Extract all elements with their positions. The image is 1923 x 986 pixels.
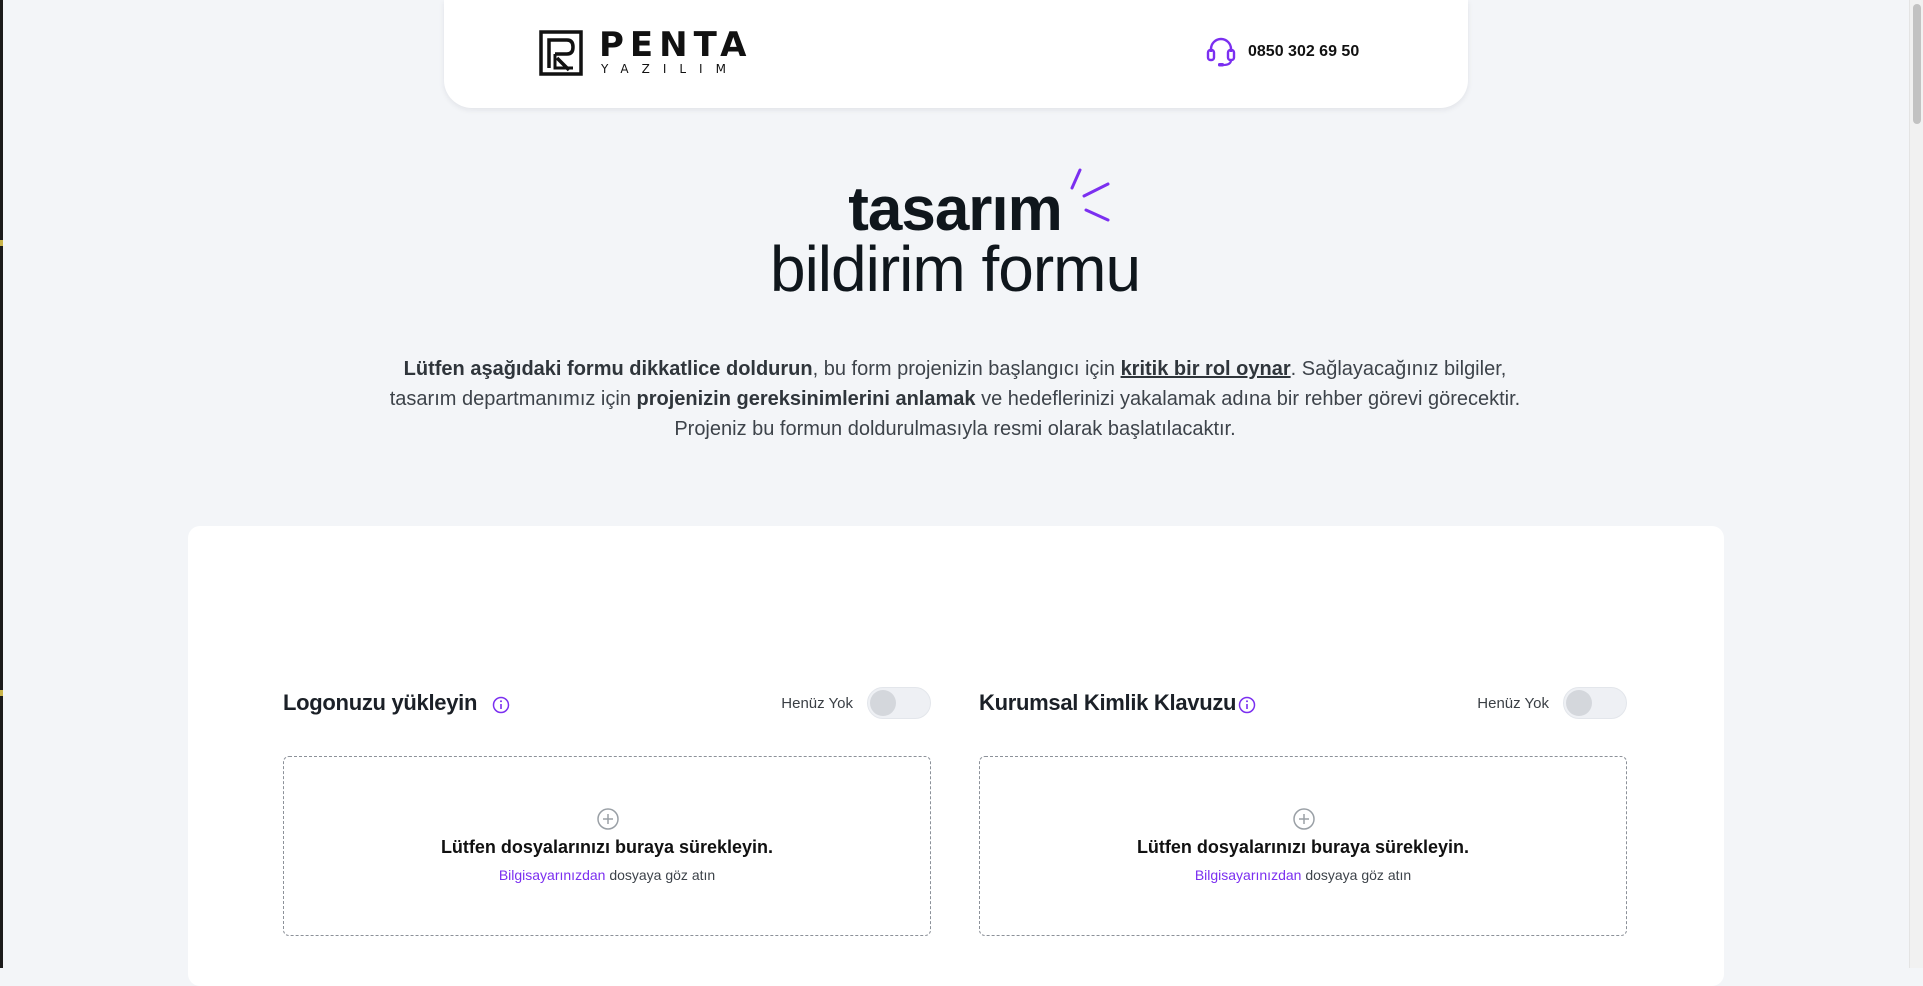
scrollbar-thumb[interactable] xyxy=(1913,4,1921,124)
toggle-knob xyxy=(870,690,896,716)
dropzone-subtitle: Bilgisayarınızdan dosyaya göz atın xyxy=(980,867,1626,883)
window-left-edge xyxy=(0,0,3,968)
add-circle-icon xyxy=(597,808,619,830)
intro-text-2: , bu form projenizin başlangıcı için xyxy=(812,358,1121,380)
phone-contact[interactable]: 0850 302 69 50 xyxy=(1206,36,1359,68)
dropzone-title: Lütfen dosyalarınızı buraya sürekleyin. xyxy=(1136,837,1470,857)
intro-paragraph: Lütfen aşağıdaki formu dikkatlice doldur… xyxy=(380,354,1530,444)
page-title-line2: bildirim formu xyxy=(769,233,1141,305)
brand-guide-section: Kurumsal Kimlik Klavuzu Henüz Yok Lütfen… xyxy=(979,686,1627,936)
file-dropzone[interactable]: Lütfen dosyalarınızı buraya sürekleyin. … xyxy=(283,756,931,936)
browse-computer-link[interactable]: Bilgisayarınızdan xyxy=(499,867,606,883)
penta-logo-mark-icon xyxy=(539,30,583,76)
form-card: Logonuzu yükleyin Henüz Yok Lütfen dosya… xyxy=(188,526,1724,986)
logo-name: PENTA xyxy=(599,25,753,65)
phone-number[interactable]: 0850 302 69 50 xyxy=(1248,43,1359,61)
toggle-knob xyxy=(1566,690,1592,716)
not-yet-toggle[interactable] xyxy=(1563,687,1627,719)
headset-icon xyxy=(1206,37,1236,67)
toggle-label: Henüz Yok xyxy=(781,694,853,712)
page-scrollbar[interactable] xyxy=(1909,0,1923,968)
intro-underline: kritik bir rol oynar xyxy=(1120,358,1291,380)
info-icon[interactable] xyxy=(1238,696,1256,714)
info-icon[interactable] xyxy=(492,696,510,714)
toggle-label: Henüz Yok xyxy=(1477,694,1549,712)
add-circle-icon xyxy=(1293,808,1315,830)
file-dropzone[interactable]: Lütfen dosyalarınızı buraya sürekleyin. … xyxy=(979,756,1627,936)
top-header: PENTA YAZILIM 0850 302 69 50 xyxy=(444,0,1468,108)
section-title: Logonuzu yükleyin xyxy=(283,690,478,715)
dropzone-subtitle-rest: dosyaya göz atın xyxy=(605,867,716,883)
not-yet-toggle[interactable] xyxy=(867,687,931,719)
dropzone-subtitle: Bilgisayarınızdan dosyaya göz atın xyxy=(284,867,930,883)
intro-bold-1: Lütfen aşağıdaki formu dikkatlice doldur… xyxy=(403,358,813,380)
dropzone-subtitle-rest: dosyaya göz atın xyxy=(1301,867,1412,883)
intro-bold-5: projenizin gereksinimlerini anlamak xyxy=(636,388,976,410)
logo-subtitle: YAZILIM xyxy=(601,62,739,76)
browse-computer-link[interactable]: Bilgisayarınızdan xyxy=(1195,867,1302,883)
section-title: Kurumsal Kimlik Klavuzu xyxy=(979,690,1237,715)
penta-logo[interactable]: PENTA YAZILIM xyxy=(539,25,753,76)
sparkle-accent-icon xyxy=(1070,168,1110,222)
logo-upload-section: Logonuzu yükleyin Henüz Yok Lütfen dosya… xyxy=(283,686,931,936)
edge-marker xyxy=(0,690,3,696)
dropzone-title: Lütfen dosyalarınızı buraya sürekleyin. xyxy=(440,837,774,857)
